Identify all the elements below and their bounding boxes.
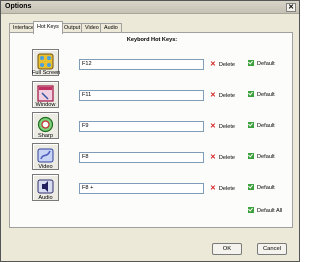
full-screen-hotkey-input[interactable]: F12	[79, 59, 204, 70]
delete-icon: ✕	[210, 154, 216, 161]
audio-default[interactable]: Default	[248, 184, 275, 191]
delete-label: Delete	[218, 93, 236, 99]
title-bar[interactable]: Options ✕	[1, 1, 299, 14]
full-screen-default[interactable]: Default	[248, 60, 275, 67]
panel-heading: Keybord Hot Keys:	[126, 37, 178, 43]
sharp-hotkey-input[interactable]: F9	[79, 121, 204, 132]
default-label: Default	[257, 92, 275, 98]
hot-keys-panel: Keybord Hot Keys: Full Screen F12 ✕ Delet…	[9, 32, 293, 228]
delete-label: Delete	[218, 124, 236, 130]
audio-hotkey-input[interactable]: F8 +	[79, 183, 204, 194]
window-delete[interactable]: ✕ Delete	[210, 91, 235, 99]
sharp-label: Sharp	[38, 133, 53, 139]
window-default[interactable]: Default	[248, 91, 275, 98]
full-screen-label: Full Screen	[32, 70, 61, 76]
video-default[interactable]: Default	[248, 153, 275, 160]
audio-label: Audio	[38, 195, 53, 201]
default-label: Default	[257, 61, 275, 67]
default-check-icon	[248, 122, 254, 128]
sharp-delete[interactable]: ✕ Delete	[210, 122, 235, 130]
delete-icon: ✕	[210, 92, 216, 99]
default-check-icon	[248, 153, 254, 159]
delete-icon: ✕	[210, 185, 216, 192]
audio-delete[interactable]: ✕ Delete	[210, 184, 235, 192]
ok-button[interactable]: OK	[212, 243, 242, 255]
default-label: Default	[257, 154, 275, 160]
window-hotkey-input[interactable]: F11	[79, 90, 204, 101]
cancel-button[interactable]: Cancel	[257, 243, 287, 255]
default-all-check-icon	[248, 207, 254, 213]
video-label: Video	[38, 164, 53, 170]
default-all-label: Default All	[257, 208, 283, 214]
window-label: Window	[35, 102, 56, 108]
default-label: Default	[257, 123, 275, 129]
default-check-icon	[248, 91, 254, 97]
video-hotkey-input[interactable]: F8	[79, 152, 204, 163]
delete-label: Delete	[218, 155, 236, 161]
delete-label: Delete	[218, 186, 236, 192]
default-check-icon	[248, 60, 254, 66]
delete-icon: ✕	[210, 61, 216, 68]
close-button[interactable]: ✕	[286, 3, 296, 12]
close-icon: ✕	[288, 4, 294, 11]
full-screen-delete[interactable]: ✕ Delete	[210, 60, 235, 68]
delete-icon: ✕	[210, 123, 216, 130]
window-title: Options	[5, 3, 32, 10]
delete-label: Delete	[218, 62, 236, 68]
video-delete[interactable]: ✕ Delete	[210, 153, 235, 161]
sharp-default[interactable]: Default	[248, 122, 275, 129]
default-label: Default	[257, 185, 275, 191]
default-check-icon	[248, 184, 254, 190]
options-dialog: Options ✕ Interface Hot Keys Output Vide…	[0, 0, 300, 262]
default-all-button[interactable]: Default All	[248, 207, 282, 214]
tab-hot-keys[interactable]: Hot Keys	[33, 21, 63, 34]
